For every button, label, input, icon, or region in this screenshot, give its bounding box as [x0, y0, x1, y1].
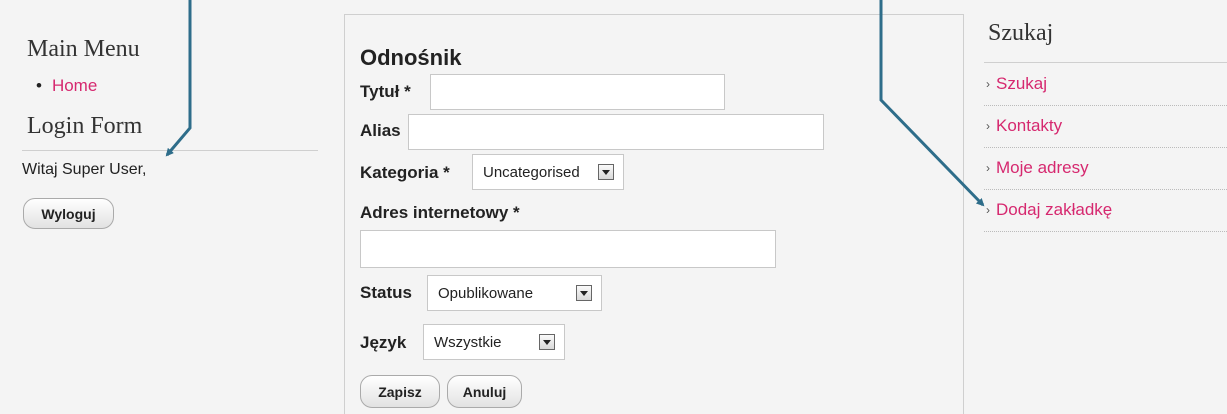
- menu-link[interactable]: Szukaj: [996, 74, 1047, 93]
- menu-item-my-addresses[interactable]: › Moje adresy: [986, 158, 1089, 178]
- main-menu-title: Main Menu: [27, 36, 140, 62]
- menu-item-add-bookmark[interactable]: › Dodaj zakładkę: [986, 200, 1112, 220]
- divider: [984, 105, 1227, 107]
- menu-item-search[interactable]: › Szukaj: [986, 74, 1047, 94]
- category-selected-value: Uncategorised: [483, 163, 580, 181]
- divider: [984, 231, 1227, 233]
- save-button[interactable]: Zapisz: [360, 375, 440, 408]
- form-title: Odnośnik: [360, 45, 462, 70]
- menu-item-home[interactable]: • Home: [36, 76, 97, 96]
- language-select[interactable]: Wszystkie: [423, 324, 565, 360]
- chevron-right-icon: ›: [986, 161, 990, 175]
- status-selected-value: Opublikowane: [438, 284, 534, 302]
- search-module-title: Szukaj: [988, 20, 1054, 46]
- status-select[interactable]: Opublikowane: [427, 275, 602, 311]
- title-label: Tytuł *: [360, 82, 411, 101]
- chevron-right-icon: ›: [986, 77, 990, 91]
- status-label: Status: [360, 283, 412, 302]
- login-form-title: Login Form: [27, 113, 143, 139]
- chevron-right-icon: ›: [986, 203, 990, 217]
- title-input[interactable]: [430, 74, 725, 110]
- dropdown-arrow-icon: [539, 334, 555, 350]
- bullet-icon: •: [36, 76, 42, 95]
- chevron-right-icon: ›: [986, 119, 990, 133]
- menu-link[interactable]: Kontakty: [996, 116, 1062, 135]
- category-label: Kategoria *: [360, 163, 450, 182]
- language-selected-value: Wszystkie: [434, 333, 502, 351]
- alias-label: Alias: [360, 121, 401, 140]
- menu-link[interactable]: Dodaj zakładkę: [996, 200, 1112, 219]
- url-label: Adres internetowy *: [360, 203, 520, 222]
- left-sidebar: Main Menu • Home Login Form Witaj Super U…: [0, 0, 330, 410]
- alias-input[interactable]: [408, 114, 824, 150]
- menu-link[interactable]: Moje adresy: [996, 158, 1089, 177]
- divider: [984, 147, 1227, 149]
- welcome-text: Witaj Super User,: [22, 161, 147, 178]
- url-input[interactable]: [360, 230, 776, 268]
- divider: [22, 150, 318, 151]
- dropdown-arrow-icon: [598, 164, 614, 180]
- menu-item-contacts[interactable]: › Kontakty: [986, 116, 1062, 136]
- divider: [984, 189, 1227, 191]
- logout-button[interactable]: Wyloguj: [23, 198, 114, 229]
- category-select[interactable]: Uncategorised: [472, 154, 624, 190]
- home-link[interactable]: Home: [52, 76, 97, 95]
- divider: [984, 62, 1227, 64]
- language-label: Język: [360, 333, 407, 352]
- cancel-button[interactable]: Anuluj: [447, 375, 522, 408]
- dropdown-arrow-icon: [576, 285, 592, 301]
